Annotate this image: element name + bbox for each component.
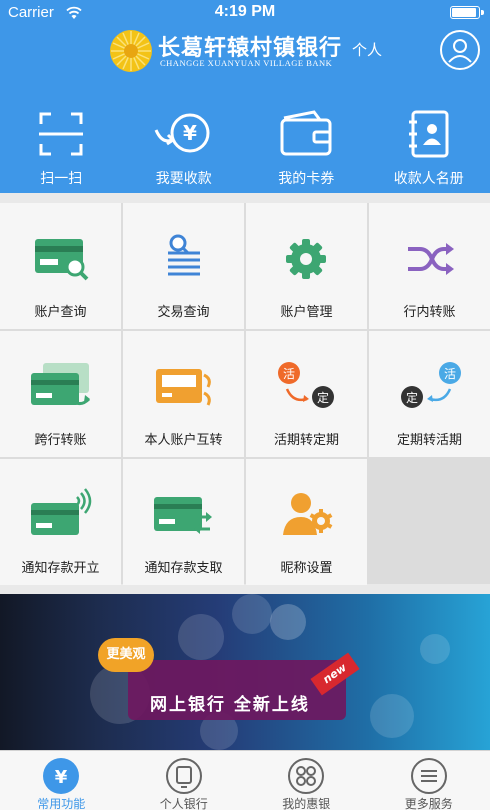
function-label: 本人账户互转 [144,433,223,448]
grid-icon [288,758,324,794]
notice-deposit-open-icon [31,488,92,535]
quick-action-label: 我要收款 [155,171,212,187]
function-label: 昵称设置 [280,561,333,576]
current-to-fixed-icon: 活 定 [278,362,334,408]
badge-b: 活 [444,367,456,381]
function-label: 定期转活期 [396,433,462,448]
wallet-icon [280,110,332,156]
fixed-to-current-icon: 定 活 [401,362,461,408]
bank-emblem-icon [110,30,152,72]
shuffle-icon [408,243,454,275]
contacts-book-icon [408,110,448,158]
badge-a: 定 [406,390,418,405]
own-transfer-icon [156,369,211,406]
clock: 4:19 PM [214,3,276,20]
tab-common-functions[interactable]: ¥ 常用功能 [0,751,123,810]
banner-bubble [178,614,224,660]
badge-b: 定 [317,390,329,405]
function-intra-bank-transfer[interactable]: 行内转账 [369,203,490,329]
tab-personal-bank[interactable]: 个人银行 [123,751,246,810]
tab-label: 更多服务 [404,797,453,810]
function-transaction-query[interactable]: 交易查询 [123,203,244,329]
user-icon [448,39,472,63]
function-notice-deposit-open[interactable]: 通知存款开立 [0,459,121,585]
svg-text:¥: ¥ [55,767,68,788]
function-grid: 账户查询 交易查询 账户管理 行内转账 跨行转账 本人账户互转 活 定 活期转定… [0,203,490,585]
quick-action-label: 我的卡券 [278,171,335,187]
quick-action-wallet[interactable]: 我的卡券 [245,100,368,193]
quick-action-payees[interactable]: 收款人名册 [368,100,490,193]
function-label: 行内转账 [403,305,456,320]
function-notice-deposit-withdraw[interactable]: 通知存款支取 [123,459,244,585]
transaction-query-icon [168,234,200,276]
svg-text:¥: ¥ [183,121,197,145]
user-profile-button[interactable] [440,30,480,70]
battery-level [452,8,476,17]
banner-slogan: 更美观 [98,638,154,672]
battery-icon [450,6,484,19]
notice-deposit-withdraw-icon [154,497,212,534]
function-label: 交易查询 [157,305,210,320]
quick-action-label: 收款人名册 [393,171,464,187]
personal-bank-icon [165,758,202,794]
quick-action-label: 扫一扫 [40,171,83,187]
function-own-account-transfer[interactable]: 本人账户互转 [123,331,244,457]
function-label: 跨行转账 [34,433,87,448]
banner-bubble [420,634,450,664]
tab-label: 我的惠银 [282,797,331,810]
function-label: 账户管理 [280,305,333,320]
receive-money-icon: ¥ [154,113,209,153]
bank-logo: 长葛轩辕村镇银行 CHANGGE XUANYUAN VILLAGE BANK 个… [108,28,398,72]
quick-actions: 扫一扫 ¥ 我要收款 我的卡券 收款人名册 [0,100,490,193]
quick-action-scan[interactable]: 扫一扫 [0,100,123,193]
banner-bubble [270,604,306,640]
function-current-to-fixed[interactable]: 活 定 活期转定期 [246,331,367,457]
banner-bubble [232,594,272,634]
function-account-query[interactable]: 账户查询 [0,203,121,329]
function-label: 通知存款支取 [144,561,223,576]
bank-name-english: CHANGGE XUANYUAN VILLAGE BANK [160,58,333,68]
function-fixed-to-current[interactable]: 定 活 定期转活期 [369,331,490,457]
menu-icon [410,758,447,794]
badge-a: 活 [283,367,295,381]
bottom-tab-bar: ¥ 常用功能 个人银行 我的惠银 更多服务 [0,750,490,810]
scan-icon [39,112,83,156]
function-label: 活期转定期 [273,433,339,448]
interbank-transfer-icon [31,363,91,406]
function-account-management[interactable]: 账户管理 [246,203,367,329]
banner-bubble [370,694,414,738]
status-bar: Carrier 4:19 PM [0,0,490,26]
quick-action-receive[interactable]: ¥ 我要收款 [123,100,246,193]
function-nickname-settings[interactable]: 昵称设置 [246,459,367,585]
function-interbank-transfer[interactable]: 跨行转账 [0,331,121,457]
tab-my-huiyin[interactable]: 我的惠银 [245,751,368,810]
header: Carrier 4:19 PM 长葛轩辕村镇银行 CHANGGE XUANYUA… [0,0,490,193]
promo-banner[interactable]: 更美观 网上银行 全新上线 new [0,594,490,750]
tab-label: 常用功能 [37,797,86,810]
banner-headline: 网上银行 全新上线 [150,695,310,715]
function-label: 通知存款开立 [21,561,100,576]
tab-label: 个人银行 [159,797,208,810]
gear-icon [286,239,326,279]
nickname-settings-icon [283,493,333,535]
mode-label: 个人 [352,41,383,59]
yuan-icon: ¥ [43,758,79,794]
account-query-icon [35,239,89,281]
function-label: 账户查询 [34,305,87,320]
tab-more-services[interactable]: 更多服务 [368,751,490,810]
